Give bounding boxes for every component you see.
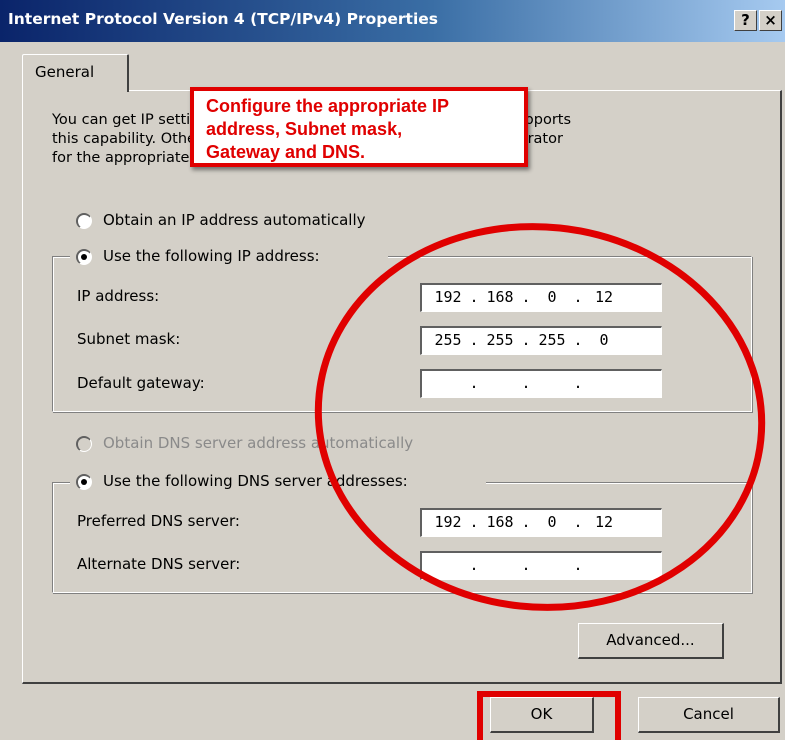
ip-octet-3: 0 [547,288,557,306]
advanced-button-label: Advanced... [606,631,695,649]
octet-separator: . [573,331,583,349]
octet-separator: . [521,331,531,349]
window-title: Internet Protocol Version 4 (TCP/IPv4) P… [8,10,438,28]
subnet-octet-4: 0 [599,331,609,349]
ip-octet-4: 12 [594,288,614,306]
annotation-callout-text: Configure the appropriate IP address, Su… [206,96,450,162]
subnet-mask-label: Subnet mask: [77,330,181,348]
advanced-button[interactable]: Advanced... [578,623,724,659]
cancel-button-label: Cancel [683,705,734,723]
close-button[interactable]: × [759,10,782,31]
preferred-dns-label: Preferred DNS server: [77,512,240,530]
tab-general-label: General [35,63,95,81]
close-icon: × [764,11,777,29]
alternate-dns-label: Alternate DNS server: [77,555,241,573]
octet-separator: . [521,374,531,392]
subnet-octet-3: 255 [538,331,566,349]
preferred-dns-field[interactable]: 192 . 168 . 0 . 12 [420,508,662,537]
subnet-octet-1: 255 [434,331,462,349]
ip-address-label: IP address: [77,287,160,305]
dns-group-legend: Use the following DNS server addresses: [70,471,486,493]
octet-separator: . [573,374,583,392]
tcpip-properties-dialog: Internet Protocol Version 4 (TCP/IPv4) P… [0,0,785,740]
alternate-dns-field[interactable]: . . . [420,551,662,580]
octet-separator: . [573,513,583,531]
subnet-mask-field[interactable]: 255 . 255 . 255 . 0 [420,326,662,355]
octet-separator: . [573,288,583,306]
ip-octet-1: 192 [434,288,462,306]
ip-octet-2: 168 [486,288,514,306]
preferred-dns-octet-4: 12 [594,513,614,531]
ok-button-highlight [477,691,621,740]
octet-separator: . [521,288,531,306]
ip-group-legend: Use the following IP address: [70,246,388,268]
obtain-ip-auto-radio[interactable] [76,213,92,229]
use-following-ip-label: Use the following IP address: [103,247,320,265]
obtain-dns-auto-label: Obtain DNS server address automatically [103,434,414,452]
annotation-callout: Configure the appropriate IP address, Su… [190,87,528,167]
use-following-dns-radio[interactable] [76,474,92,490]
preferred-dns-octet-1: 192 [434,513,462,531]
use-following-ip-radio[interactable] [76,249,92,265]
octet-separator: . [469,288,479,306]
preferred-dns-octet-2: 168 [486,513,514,531]
preferred-dns-octet-3: 0 [547,513,557,531]
title-bar[interactable]: Internet Protocol Version 4 (TCP/IPv4) P… [0,0,785,42]
obtain-ip-auto-label: Obtain an IP address automatically [103,211,366,229]
octet-separator: . [469,513,479,531]
help-icon: ? [741,11,750,29]
octet-separator: . [469,331,479,349]
octet-separator: . [573,556,583,574]
help-button[interactable]: ? [734,10,757,31]
default-gateway-label: Default gateway: [77,374,205,392]
default-gateway-field[interactable]: . . . [420,369,662,398]
octet-separator: . [521,513,531,531]
tab-general[interactable]: General [22,54,129,92]
use-following-dns-label: Use the following DNS server addresses: [103,472,408,490]
octet-separator: . [521,556,531,574]
obtain-dns-auto-radio[interactable] [76,436,92,452]
octet-separator: . [469,556,479,574]
ip-address-field[interactable]: 192 . 168 . 0 . 12 [420,283,662,312]
subnet-octet-2: 255 [486,331,514,349]
cancel-button[interactable]: Cancel [638,697,780,733]
octet-separator: . [469,374,479,392]
